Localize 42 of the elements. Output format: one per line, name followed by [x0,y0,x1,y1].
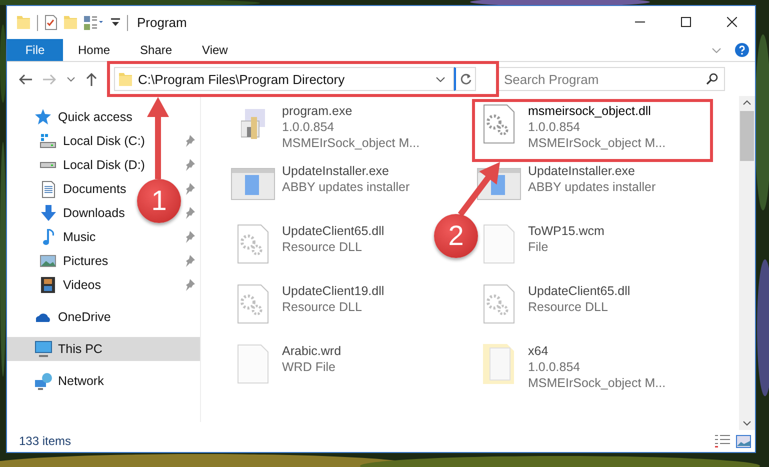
ribbon-tab[interactable]: Share [125,39,188,61]
file-detail: ABBY updates installer [528,179,656,195]
file-detail: Resource DLL [282,239,362,255]
nav-pane-item[interactable]: Pictures [7,249,112,273]
address-field[interactable]: C:\Program Files\Program Directory [114,67,454,91]
file-detail: MSMEIrSock_object M... [282,135,420,151]
file-menu-button[interactable]: File [7,39,63,61]
window-title: Program [137,15,187,30]
nav-pane-item[interactable]: Network [7,369,108,393]
item-count: 133 items [19,434,72,448]
file-detail: 1.0.0.854 [528,359,580,375]
nav-pane-item[interactable]: This PC [7,337,200,361]
nav-pane-item[interactable]: OneDrive [7,305,115,329]
search-field[interactable]: Search Program [497,67,725,91]
nav-pane-item[interactable]: Downloads [7,201,129,225]
file-name[interactable]: program.exe [282,103,352,119]
file-detail: 1.0.0.854 [282,119,334,135]
file-detail: WRD File [282,359,336,375]
nav-pane-item[interactable]: Quick access [7,105,136,129]
file-detail: Resource DLL [528,299,608,315]
file-name[interactable]: Arabic.wrd [282,343,342,359]
file-name[interactable]: UpdateClient65.dll [282,223,384,239]
file-name[interactable]: UpdateClient19.dll [282,283,384,299]
ribbon-tab[interactable]: View [187,39,243,61]
file-detail: MSMEIrSock_object M... [528,375,666,391]
file-detail: MSMEIrSock_object M... [528,135,666,151]
file-name[interactable]: UpdateInstaller.exe [282,163,390,179]
file-name[interactable]: UpdateClient65.dll [528,283,630,299]
nav-pane-item[interactable]: Local Disk (C:) [7,129,149,153]
nav-pane-item[interactable]: Videos [7,273,105,297]
file-detail: Resource DLL [282,299,362,315]
nav-pane-item[interactable]: Local Disk (D:) [7,153,149,177]
file-detail: File [528,239,548,255]
nav-pane-item[interactable]: Music [7,225,100,249]
file-name[interactable]: msmeirsock_object.dll [528,103,651,119]
file-detail: 1.0.0.854 [528,119,580,135]
file-name[interactable]: x64 [528,343,548,359]
file-detail: ABBY updates installer [282,179,410,195]
nav-pane-item[interactable]: Documents [7,177,130,201]
file-name[interactable]: UpdateInstaller.exe [528,163,636,179]
ribbon-tab[interactable]: Home [63,39,126,61]
file-name[interactable]: ToWP15.wcm [528,223,604,239]
